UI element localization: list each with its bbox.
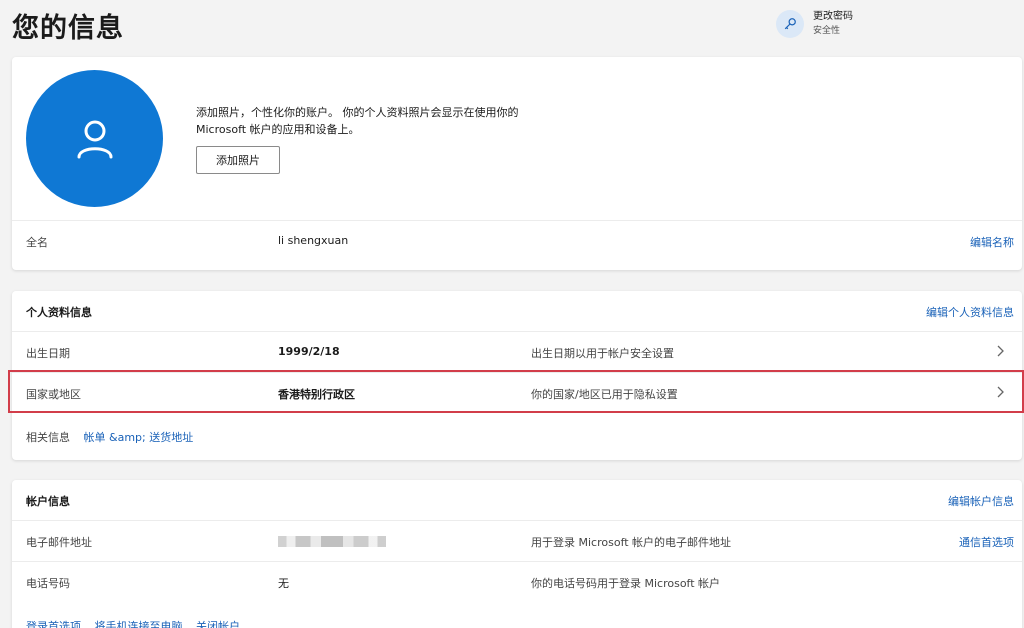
region-note: 你的国家/地区已用于隐私设置 — [531, 388, 678, 401]
edit-profile-info-link[interactable]: 编辑个人资料信息 — [926, 304, 1014, 320]
change-password-link[interactable]: 更改密码 安全性 — [776, 10, 853, 38]
email-row: 电子邮件地址 用于登录 Microsoft 帐户的电子邮件地址 通信首选项 — [12, 520, 1022, 561]
key-icon — [776, 10, 804, 38]
birthdate-label: 出生日期 — [26, 347, 70, 360]
avatar[interactable] — [26, 70, 163, 207]
full-name-label: 全名 — [26, 236, 48, 249]
photo-description: 添加照片，个性化你的账户。 你的个人资料照片会显示在使用你的 Microsoft… — [196, 106, 519, 136]
email-value — [278, 534, 386, 547]
full-name-value: li shengxuan — [278, 234, 349, 247]
profile-info-heading: 个人资料信息 — [26, 306, 92, 319]
edit-name-link[interactable]: 编辑名称 — [970, 234, 1014, 250]
billing-address-link[interactable]: 帐单 &amp; 送货地址 — [84, 431, 194, 444]
communication-preferences-link[interactable]: 通信首选项 — [959, 534, 1014, 550]
phone-note: 你的电话号码用于登录 Microsoft 帐户 — [531, 577, 721, 590]
birthdate-note: 出生日期以用于帐户安全设置 — [531, 347, 674, 360]
related-info-label: 相关信息 — [26, 431, 70, 444]
chevron-right-icon — [997, 386, 1004, 398]
phone-row: 电话号码 无 你的电话号码用于登录 Microsoft 帐户 — [12, 561, 1022, 602]
phone-value: 无 — [278, 577, 289, 590]
sign-in-preferences-link[interactable]: 登录首选项 — [26, 620, 81, 628]
related-info: 相关信息 帐单 &amp; 送货地址 — [26, 429, 193, 445]
photo-card: 添加照片，个性化你的账户。 你的个人资料照片会显示在使用你的 Microsoft… — [12, 57, 1022, 270]
birthdate-value: 1999/2/18 — [278, 345, 340, 358]
account-info-card: 帐户信息 编辑帐户信息 电子邮件地址 用于登录 Microsoft 帐户的电子邮… — [12, 480, 1022, 628]
edit-account-info-link[interactable]: 编辑帐户信息 — [948, 493, 1014, 509]
profile-info-card: 个人资料信息 编辑个人资料信息 出生日期 1999/2/18 出生日期以用于帐户… — [12, 291, 1022, 460]
account-footer-links: 登录首选项 将手机连接至电脑 关闭帐户 — [26, 618, 250, 628]
birthdate-row[interactable]: 出生日期 1999/2/18 出生日期以用于帐户安全设置 — [12, 331, 1022, 372]
account-info-header: 帐户信息 编辑帐户信息 — [12, 480, 1022, 520]
page-title: 您的信息 — [12, 13, 124, 44]
region-row[interactable]: 国家或地区 香港特别行政区 你的国家/地区已用于隐私设置 — [12, 372, 1022, 413]
email-label: 电子邮件地址 — [26, 536, 92, 549]
person-icon — [77, 120, 112, 158]
change-password-title: 更改密码 — [813, 11, 853, 22]
phone-label: 电话号码 — [26, 577, 70, 590]
account-info-heading: 帐户信息 — [26, 495, 70, 508]
profile-info-header: 个人资料信息 编辑个人资料信息 — [12, 291, 1022, 331]
chevron-right-icon — [997, 345, 1004, 357]
region-value: 香港特别行政区 — [278, 388, 355, 401]
close-account-link[interactable]: 关闭帐户 — [196, 620, 240, 628]
redacted-email — [278, 535, 386, 547]
change-password-subtitle: 安全性 — [813, 26, 841, 36]
full-name-row: 全名 li shengxuan 编辑名称 — [12, 220, 1022, 261]
region-label: 国家或地区 — [26, 388, 81, 401]
email-note: 用于登录 Microsoft 帐户的电子邮件地址 — [531, 536, 732, 549]
add-photo-button[interactable]: 添加照片 — [196, 146, 280, 174]
link-phone-link[interactable]: 将手机连接至电脑 — [95, 620, 183, 628]
